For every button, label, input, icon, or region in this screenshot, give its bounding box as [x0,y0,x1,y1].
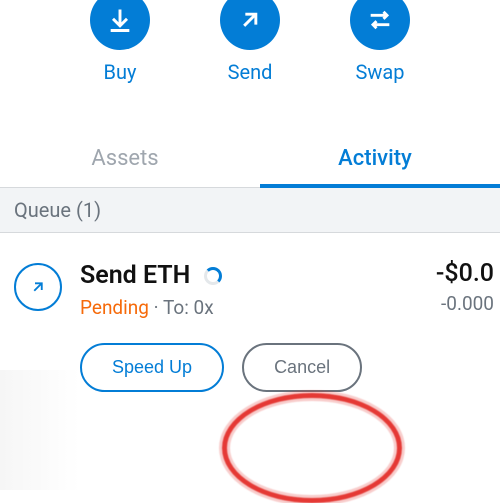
amount-crypto: -0.000 [436,292,494,315]
arrow-up-right-icon [29,278,47,296]
arrow-up-right-icon [236,6,264,34]
cancel-button[interactable]: Cancel [242,343,362,392]
buy-icon-circle[interactable] [90,0,150,50]
transaction-status-row: Pending · To: 0x [80,296,486,319]
annotation-highlight [222,393,402,503]
quick-actions-row: Buy Send Swap [0,0,500,84]
to-label: To: [163,296,194,319]
download-icon [106,6,134,34]
swap-action[interactable]: Swap [350,0,410,84]
speed-up-button[interactable]: Speed Up [80,343,224,392]
transaction-body: Send ETH Pending · To: 0x Speed Up Cance… [80,261,486,392]
queue-header: Queue (1) [0,188,500,233]
send-icon-circle[interactable] [220,0,280,50]
swap-label: Swap [355,60,404,84]
tab-activity[interactable]: Activity [250,132,500,187]
transaction-icon[interactable] [14,263,62,311]
loading-spinner-icon [204,267,222,285]
to-address: 0x [194,296,214,319]
transaction-title: Send ETH [80,261,190,290]
swap-icon-circle[interactable] [350,0,410,50]
send-action[interactable]: Send [220,0,280,84]
transaction-amounts: -$0.0 -0.000 [436,259,494,315]
swap-icon [366,6,394,34]
send-label: Send [228,60,273,84]
transaction-status: Pending [80,296,149,319]
transaction-title-row: Send ETH [80,261,486,290]
buy-label: Buy [104,60,137,84]
separator: · [149,296,163,319]
transaction-row[interactable]: Send ETH Pending · To: 0x Speed Up Cance… [0,233,500,406]
tab-assets[interactable]: Assets [0,132,250,187]
tab-bar: Assets Activity [0,132,500,188]
buy-action[interactable]: Buy [90,0,150,84]
amount-fiat: -$0.0 [436,259,494,288]
transaction-buttons: Speed Up Cancel [80,343,486,392]
